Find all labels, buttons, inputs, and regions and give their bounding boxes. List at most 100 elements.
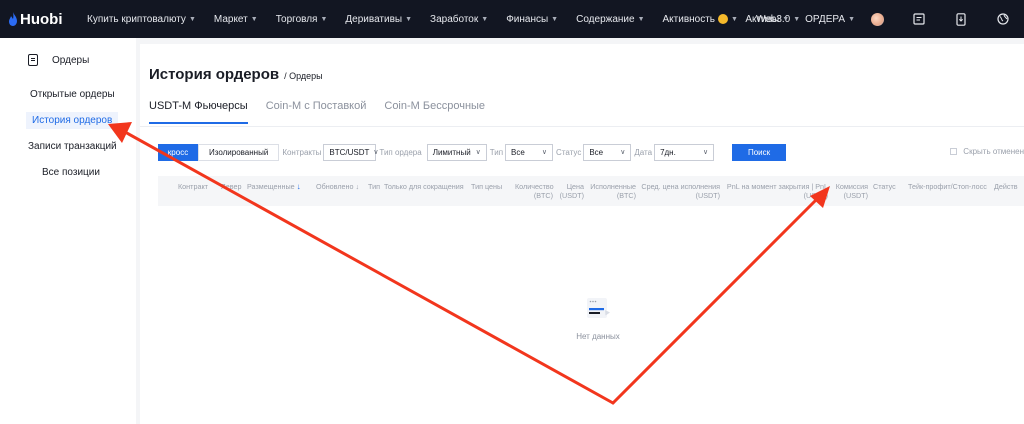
margin-cross-button[interactable]: кросс — [158, 143, 198, 161]
sidebar-header-label: Ордеры — [52, 54, 90, 66]
menu-label: ОРДЕРА — [805, 13, 846, 25]
caret-down-icon: ▼ — [637, 15, 645, 23]
menu-buy-crypto[interactable]: Купить криптовалюту ▼ — [87, 14, 196, 25]
sidebar-item-transaction-records[interactable]: Записи транзакций — [28, 141, 117, 152]
menu-finance[interactable]: Финансы ▼ — [506, 14, 558, 25]
menu-label: Деривативы — [345, 13, 403, 25]
empty-state-text: Нет данных — [576, 332, 620, 341]
column-executed-label: Исполненные — [590, 182, 636, 191]
column-leverage: Левер — [221, 182, 242, 191]
column-placed[interactable]: Размещенные ↓ — [247, 182, 301, 191]
column-pnl: PnL на момент закрытия | PnL (USDT) — [724, 182, 828, 200]
menu-label: Заработок — [430, 13, 479, 25]
sort-down-icon[interactable]: ↓ — [297, 182, 301, 191]
document-icon — [28, 54, 38, 66]
date-value: 7дн. — [660, 147, 676, 157]
menu-orders[interactable]: ОРДЕРА ▼ — [805, 14, 855, 25]
menu-content[interactable]: Содержание ▼ — [576, 14, 644, 25]
column-avg-price: Сред. цена исполнения (USDT) — [640, 182, 720, 200]
sidebar-item-open-orders[interactable]: Открытые ордеры — [30, 89, 115, 100]
menu-label: Маркет — [213, 13, 248, 25]
date-select[interactable]: 7дн. ∨ — [654, 143, 715, 161]
breadcrumb[interactable]: / Ордеры — [284, 71, 323, 81]
column-fee-unit: (USDT) — [843, 191, 868, 200]
caret-down-icon: ▼ — [481, 15, 489, 23]
coin-badge-icon — [718, 14, 729, 24]
empty-state: Нет данных — [570, 294, 626, 341]
caret-down-icon: ▼ — [405, 15, 413, 23]
tab-usdt-m-futures[interactable]: USDT-M Фьючерсы — [149, 100, 248, 124]
order-type-select[interactable]: Лимитный ∨ — [426, 143, 487, 161]
type-select[interactable]: Все ∨ — [505, 143, 554, 161]
messages-icon[interactable] — [912, 12, 926, 26]
type-label: Тип — [489, 147, 504, 157]
tab-coin-m-delivery[interactable]: Coin-M с Поставкой — [266, 100, 367, 124]
caret-down-icon: ▼ — [320, 15, 328, 23]
language-globe-icon[interactable] — [996, 12, 1010, 26]
date-label: Дата — [634, 147, 653, 157]
tab-divider — [140, 126, 1024, 127]
menu-assets[interactable]: Активы ▼ — [745, 14, 789, 25]
column-placed-label: Размещенные — [247, 182, 295, 191]
caret-down-icon: ▼ — [551, 15, 559, 23]
margin-mode-toggle: кросс Изолированный — [158, 143, 280, 161]
sidebar-item-all-positions[interactable]: Все позиции — [42, 167, 100, 178]
main-menu: Купить криптовалюту ▼ Маркет ▼ Торговля ▼ Д… — [78, 14, 809, 25]
column-avg-price-label: Сред. цена исполнения — [641, 182, 720, 191]
column-quantity-label: Количество — [515, 182, 554, 191]
column-updated[interactable]: Обновлено ↓ — [316, 182, 359, 191]
search-button[interactable]: Поиск — [732, 143, 787, 161]
menu-derivatives[interactable]: Деривативы ▼ — [345, 14, 412, 25]
type-value: Все — [511, 147, 525, 157]
column-executed-unit: (BTC) — [616, 191, 636, 200]
column-tp-sl: Тейк-профит/Стоп-лосс — [908, 182, 987, 191]
huobi-logo[interactable]: Huobi — [0, 11, 78, 28]
column-fee-label: Комиссия — [835, 182, 868, 191]
menu-label: Купить криптовалюту — [87, 13, 186, 25]
order-type-value: Лимитный — [432, 147, 471, 157]
column-fee: Комиссия (USDT) — [830, 182, 868, 200]
sidebar-item-order-history[interactable]: История ордеров — [26, 112, 119, 129]
filter-bar: кросс Изолированный Контракты BTC/USDT ∨… — [158, 143, 787, 161]
title-row: История ордеров / Ордеры — [149, 66, 323, 83]
menu-label: Активность — [662, 13, 716, 25]
menu-activity[interactable]: Активность ▼ — [663, 14, 738, 25]
logo-text: Huobi — [20, 10, 63, 28]
tab-coin-m-perpetual[interactable]: Coin-M Бессрочные — [384, 100, 485, 124]
column-price: Цена (USDT) — [556, 182, 584, 200]
menu-trading[interactable]: Торговля ▼ — [276, 14, 328, 25]
column-action: Действ — [994, 182, 1018, 191]
download-app-icon[interactable] — [954, 12, 968, 26]
main-panel: История ордеров / Ордеры USDT-M Фьючерсы… — [140, 44, 1024, 424]
sidebar: Ордеры Открытые ордеры История ордеров З… — [0, 38, 136, 424]
top-navigation-bar: Huobi Купить криптовалюту ▼ Маркет ▼ Торго… — [0, 0, 1024, 38]
hide-cancelled-checkbox[interactable]: Скрыть отменен — [950, 147, 1024, 156]
caret-down-icon: ▼ — [782, 15, 790, 23]
column-price-type: Тип цены — [471, 182, 503, 191]
status-value: Все — [589, 147, 604, 157]
hide-cancelled-label: Скрыть отменен — [963, 147, 1024, 156]
column-status: Статус — [873, 182, 896, 191]
column-price-label: Цена — [566, 182, 584, 191]
column-avg-price-unit: (USDT) — [695, 191, 720, 200]
top-right-controls: Активы ▼ ОРДЕРА ▼ — [739, 0, 1024, 38]
column-executed: Исполненные (BTC) — [589, 182, 636, 200]
orders-table-header: Контракт Левер Размещенные ↓ Обновлено ↓… — [158, 176, 1024, 206]
status-select[interactable]: Все ∨ — [583, 143, 632, 161]
contracts-select[interactable]: BTC/USDT ∨ — [323, 143, 379, 161]
margin-isolated-button[interactable]: Изолированный — [198, 143, 280, 161]
page-title: История ордеров — [149, 66, 280, 83]
sort-icon[interactable]: ↓ — [356, 182, 360, 191]
menu-market[interactable]: Маркет ▼ — [214, 14, 258, 25]
sidebar-header: Ордеры — [28, 54, 89, 66]
product-tabs: USDT-M Фьючерсы Coin-M с Поставкой Coin-… — [149, 100, 503, 124]
chevron-down-icon: ∨ — [475, 149, 481, 156]
checkbox-box[interactable] — [950, 148, 958, 155]
column-close-only: Только для сокращения — [384, 182, 464, 191]
chevron-down-icon: ∨ — [373, 149, 379, 156]
avatar[interactable] — [871, 12, 884, 26]
chevron-down-icon: ∨ — [541, 149, 548, 156]
chevron-down-icon: ∨ — [620, 149, 626, 156]
menu-earn[interactable]: Заработок ▼ — [430, 14, 488, 25]
menu-label: Активы — [745, 13, 780, 25]
